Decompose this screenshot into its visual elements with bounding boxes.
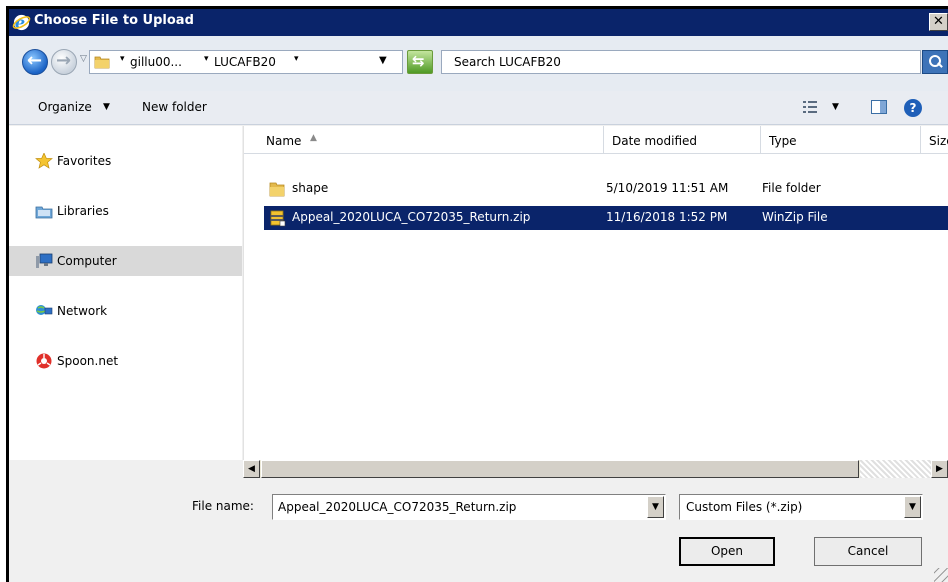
search-placeholder: Search LUCAFB20 bbox=[454, 55, 561, 69]
file-name-input[interactable]: Appeal_2020LUCA_CO72035_Return.zip bbox=[272, 494, 666, 520]
back-button[interactable] bbox=[22, 49, 48, 75]
file-name: shape bbox=[292, 181, 329, 195]
scrollbar-track[interactable] bbox=[860, 460, 931, 478]
file-name-label: File name: bbox=[192, 499, 254, 513]
organize-dropdown-icon[interactable]: ▼ bbox=[103, 102, 110, 112]
scroll-right-button[interactable]: ▶ bbox=[931, 460, 948, 478]
resize-grip-icon[interactable] bbox=[934, 568, 948, 582]
nav-label: Spoon.net bbox=[57, 354, 119, 368]
libraries-icon bbox=[35, 206, 53, 219]
column-header-name[interactable]: Name ▲ bbox=[244, 126, 604, 154]
forward-button[interactable] bbox=[51, 49, 77, 75]
address-bar[interactable]: ▾ gillu00... ▾ LUCAFB20 ▾ ▼ bbox=[89, 50, 403, 74]
breadcrumb-item[interactable]: gillu00... bbox=[130, 55, 182, 69]
file-list: Name ▲ Date modified Type Size shape 5/1… bbox=[243, 126, 948, 460]
file-row[interactable]: shape 5/10/2019 11:51 AM File folder bbox=[264, 177, 948, 201]
new-folder-button[interactable]: New folder bbox=[142, 100, 207, 114]
spoon-icon bbox=[36, 353, 52, 369]
nav-item-libraries[interactable]: Libraries bbox=[9, 196, 242, 226]
zip-icon bbox=[270, 210, 286, 227]
scrollbar-thumb[interactable] bbox=[261, 460, 859, 478]
nav-label: Computer bbox=[57, 254, 117, 268]
file-date: 11/16/2018 1:52 PM bbox=[606, 210, 728, 224]
file-type-filter-select[interactable]: Custom Files (*.zip) bbox=[679, 494, 923, 520]
navigation-pane: Favorites Libraries Computer Network Spo… bbox=[9, 126, 242, 460]
crumb-separator-icon[interactable]: ▾ bbox=[204, 54, 209, 64]
file-upload-dialog: e Choose File to Upload ✕ ▽ ▾ gillu00...… bbox=[9, 9, 948, 582]
folder-icon bbox=[269, 182, 285, 197]
nav-item-computer[interactable]: Computer bbox=[9, 246, 242, 276]
star-icon bbox=[35, 153, 53, 169]
file-type: File folder bbox=[762, 181, 821, 195]
column-header-date[interactable]: Date modified bbox=[604, 126, 761, 154]
file-type: WinZip File bbox=[762, 210, 828, 224]
sort-ascending-icon: ▲ bbox=[310, 133, 317, 143]
network-icon bbox=[36, 305, 53, 315]
nav-label: Favorites bbox=[57, 154, 112, 168]
refresh-button[interactable] bbox=[407, 50, 433, 74]
crumb-separator-icon[interactable]: ▾ bbox=[120, 54, 125, 64]
command-toolbar: Organize ▼ New folder ▼ ? bbox=[9, 91, 948, 125]
folder-icon bbox=[94, 56, 110, 69]
column-header-size[interactable]: Size bbox=[921, 126, 948, 154]
dialog-title: Choose File to Upload bbox=[34, 13, 194, 28]
filter-dropdown-icon[interactable]: ▼ bbox=[904, 496, 921, 518]
organize-button[interactable]: Organize bbox=[38, 100, 92, 114]
nav-label: Network bbox=[57, 304, 108, 318]
view-dropdown-icon[interactable]: ▼ bbox=[832, 102, 839, 112]
nav-item-spoon-net[interactable]: Spoon.net bbox=[9, 346, 242, 376]
file-type-filter-value: Custom Files (*.zip) bbox=[686, 500, 803, 514]
computer-icon bbox=[36, 253, 53, 268]
search-icon[interactable] bbox=[922, 50, 948, 74]
recent-pages-chevron-icon[interactable]: ▽ bbox=[80, 54, 87, 64]
file-date: 5/10/2019 11:51 AM bbox=[606, 181, 729, 195]
svg-text:e: e bbox=[15, 13, 25, 32]
change-view-icon[interactable] bbox=[803, 101, 817, 113]
preview-pane-icon[interactable] bbox=[871, 100, 887, 114]
close-button[interactable]: ✕ bbox=[929, 13, 948, 31]
title-bar[interactable]: e Choose File to Upload ✕ bbox=[9, 9, 948, 36]
footer-panel: File name: Appeal_2020LUCA_CO72035_Retur… bbox=[9, 478, 948, 582]
crumb-separator-icon[interactable]: ▾ bbox=[294, 54, 299, 64]
file-name: Appeal_2020LUCA_CO72035_Return.zip bbox=[292, 210, 531, 224]
nav-item-favorites[interactable]: Favorites bbox=[9, 146, 242, 176]
horizontal-scrollbar[interactable]: ◀ ▶ bbox=[243, 460, 948, 478]
cancel-button[interactable]: Cancel bbox=[814, 537, 922, 566]
internet-explorer-icon: e bbox=[12, 13, 31, 32]
file-row[interactable]: Appeal_2020LUCA_CO72035_Return.zip 11/16… bbox=[264, 206, 948, 230]
address-row: ▽ ▾ gillu00... ▾ LUCAFB20 ▾ ▼ Search LUC… bbox=[9, 36, 948, 91]
breadcrumb-item[interactable]: LUCAFB20 bbox=[214, 55, 276, 69]
nav-label: Libraries bbox=[57, 204, 109, 218]
address-dropdown-icon[interactable]: ▼ bbox=[379, 55, 387, 66]
open-button[interactable]: Open bbox=[679, 537, 775, 566]
nav-item-network[interactable]: Network bbox=[9, 296, 242, 326]
file-name-dropdown-icon[interactable]: ▼ bbox=[647, 496, 664, 518]
file-name-value: Appeal_2020LUCA_CO72035_Return.zip bbox=[278, 500, 517, 514]
help-icon[interactable]: ? bbox=[904, 99, 922, 117]
scroll-left-button[interactable]: ◀ bbox=[243, 460, 260, 478]
column-header-type[interactable]: Type bbox=[761, 126, 921, 154]
search-input[interactable]: Search LUCAFB20 bbox=[441, 50, 921, 74]
